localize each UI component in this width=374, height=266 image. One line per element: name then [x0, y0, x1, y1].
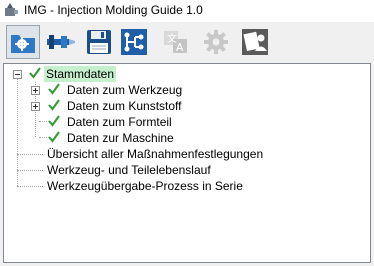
save-disk-icon	[87, 30, 111, 54]
tree-node-lebenslauf[interactable]: Werkzeug- und Teilelebenslauf	[47, 162, 347, 178]
tree-node-massnahmen[interactable]: Übersicht aller Maßnahmenfestlegungen	[47, 146, 347, 162]
tree-node-label: Übersicht aller Maßnahmenfestlegungen	[47, 147, 264, 161]
toolbar: 文 A	[0, 22, 374, 62]
expand-icon[interactable]	[31, 86, 40, 95]
check-icon	[48, 83, 60, 95]
injection-machine-icon	[47, 35, 75, 49]
tree-node-daten-maschine[interactable]: Daten zur Maschine	[30, 130, 230, 146]
tree-node-daten-werkzeug[interactable]: Daten zum Werkzeug	[30, 82, 230, 98]
tree-node-label: Stammdaten	[44, 66, 117, 82]
tree-node-label: Werkzeugübergabe-Prozess in Serie	[47, 179, 243, 193]
network-tree-icon	[121, 29, 147, 55]
svg-text:A: A	[176, 41, 184, 54]
save-button[interactable]	[82, 25, 116, 59]
machine-button[interactable]	[44, 25, 78, 59]
check-icon	[48, 115, 60, 127]
folder-gear-icon	[11, 35, 35, 53]
check-icon	[48, 131, 60, 143]
tree-node-label: Werkzeug- und Teilelebenslauf	[47, 163, 211, 177]
language-button[interactable]: 文 A	[159, 25, 193, 59]
tree-node-label: Daten zum Werkzeug	[67, 83, 183, 97]
tree-node-label: Daten zum Kunststoff	[67, 99, 182, 113]
structure-button[interactable]	[117, 25, 151, 59]
app-icon	[5, 3, 18, 16]
tree-connector	[17, 170, 43, 172]
tree-node-uebergabe[interactable]: Werkzeugübergabe-Prozess in Serie	[47, 178, 347, 194]
window-title: IMG - Injection Molding Guide 1.0	[24, 3, 203, 17]
translate-icon: 文 A	[164, 31, 187, 54]
tree-connector	[17, 154, 43, 156]
help-button[interactable]	[238, 25, 272, 59]
expand-icon[interactable]	[31, 102, 40, 111]
tree-node-daten-formteil[interactable]: Daten zum Formteil	[30, 114, 230, 130]
tree-node-label: Daten zum Formteil	[67, 115, 172, 129]
tree-node-stammdaten[interactable]: Stammdaten	[12, 66, 212, 82]
settings-gear-icon	[204, 30, 228, 54]
settings-button[interactable]	[199, 25, 233, 59]
title-bar: IMG - Injection Molding Guide 1.0	[0, 0, 374, 22]
master-data-button[interactable]	[6, 25, 40, 59]
tree-connector	[17, 186, 43, 188]
collapse-icon[interactable]	[13, 70, 22, 79]
tree-node-label: Daten zur Maschine	[67, 131, 174, 145]
tree-node-daten-kunststoff[interactable]: Daten zum Kunststoff	[30, 98, 230, 114]
check-icon	[48, 99, 60, 111]
check-icon	[29, 67, 41, 79]
user-manual-icon	[242, 29, 268, 55]
navigation-tree[interactable]: Stammdaten Daten zum Werkzeug Daten zum …	[3, 63, 371, 263]
